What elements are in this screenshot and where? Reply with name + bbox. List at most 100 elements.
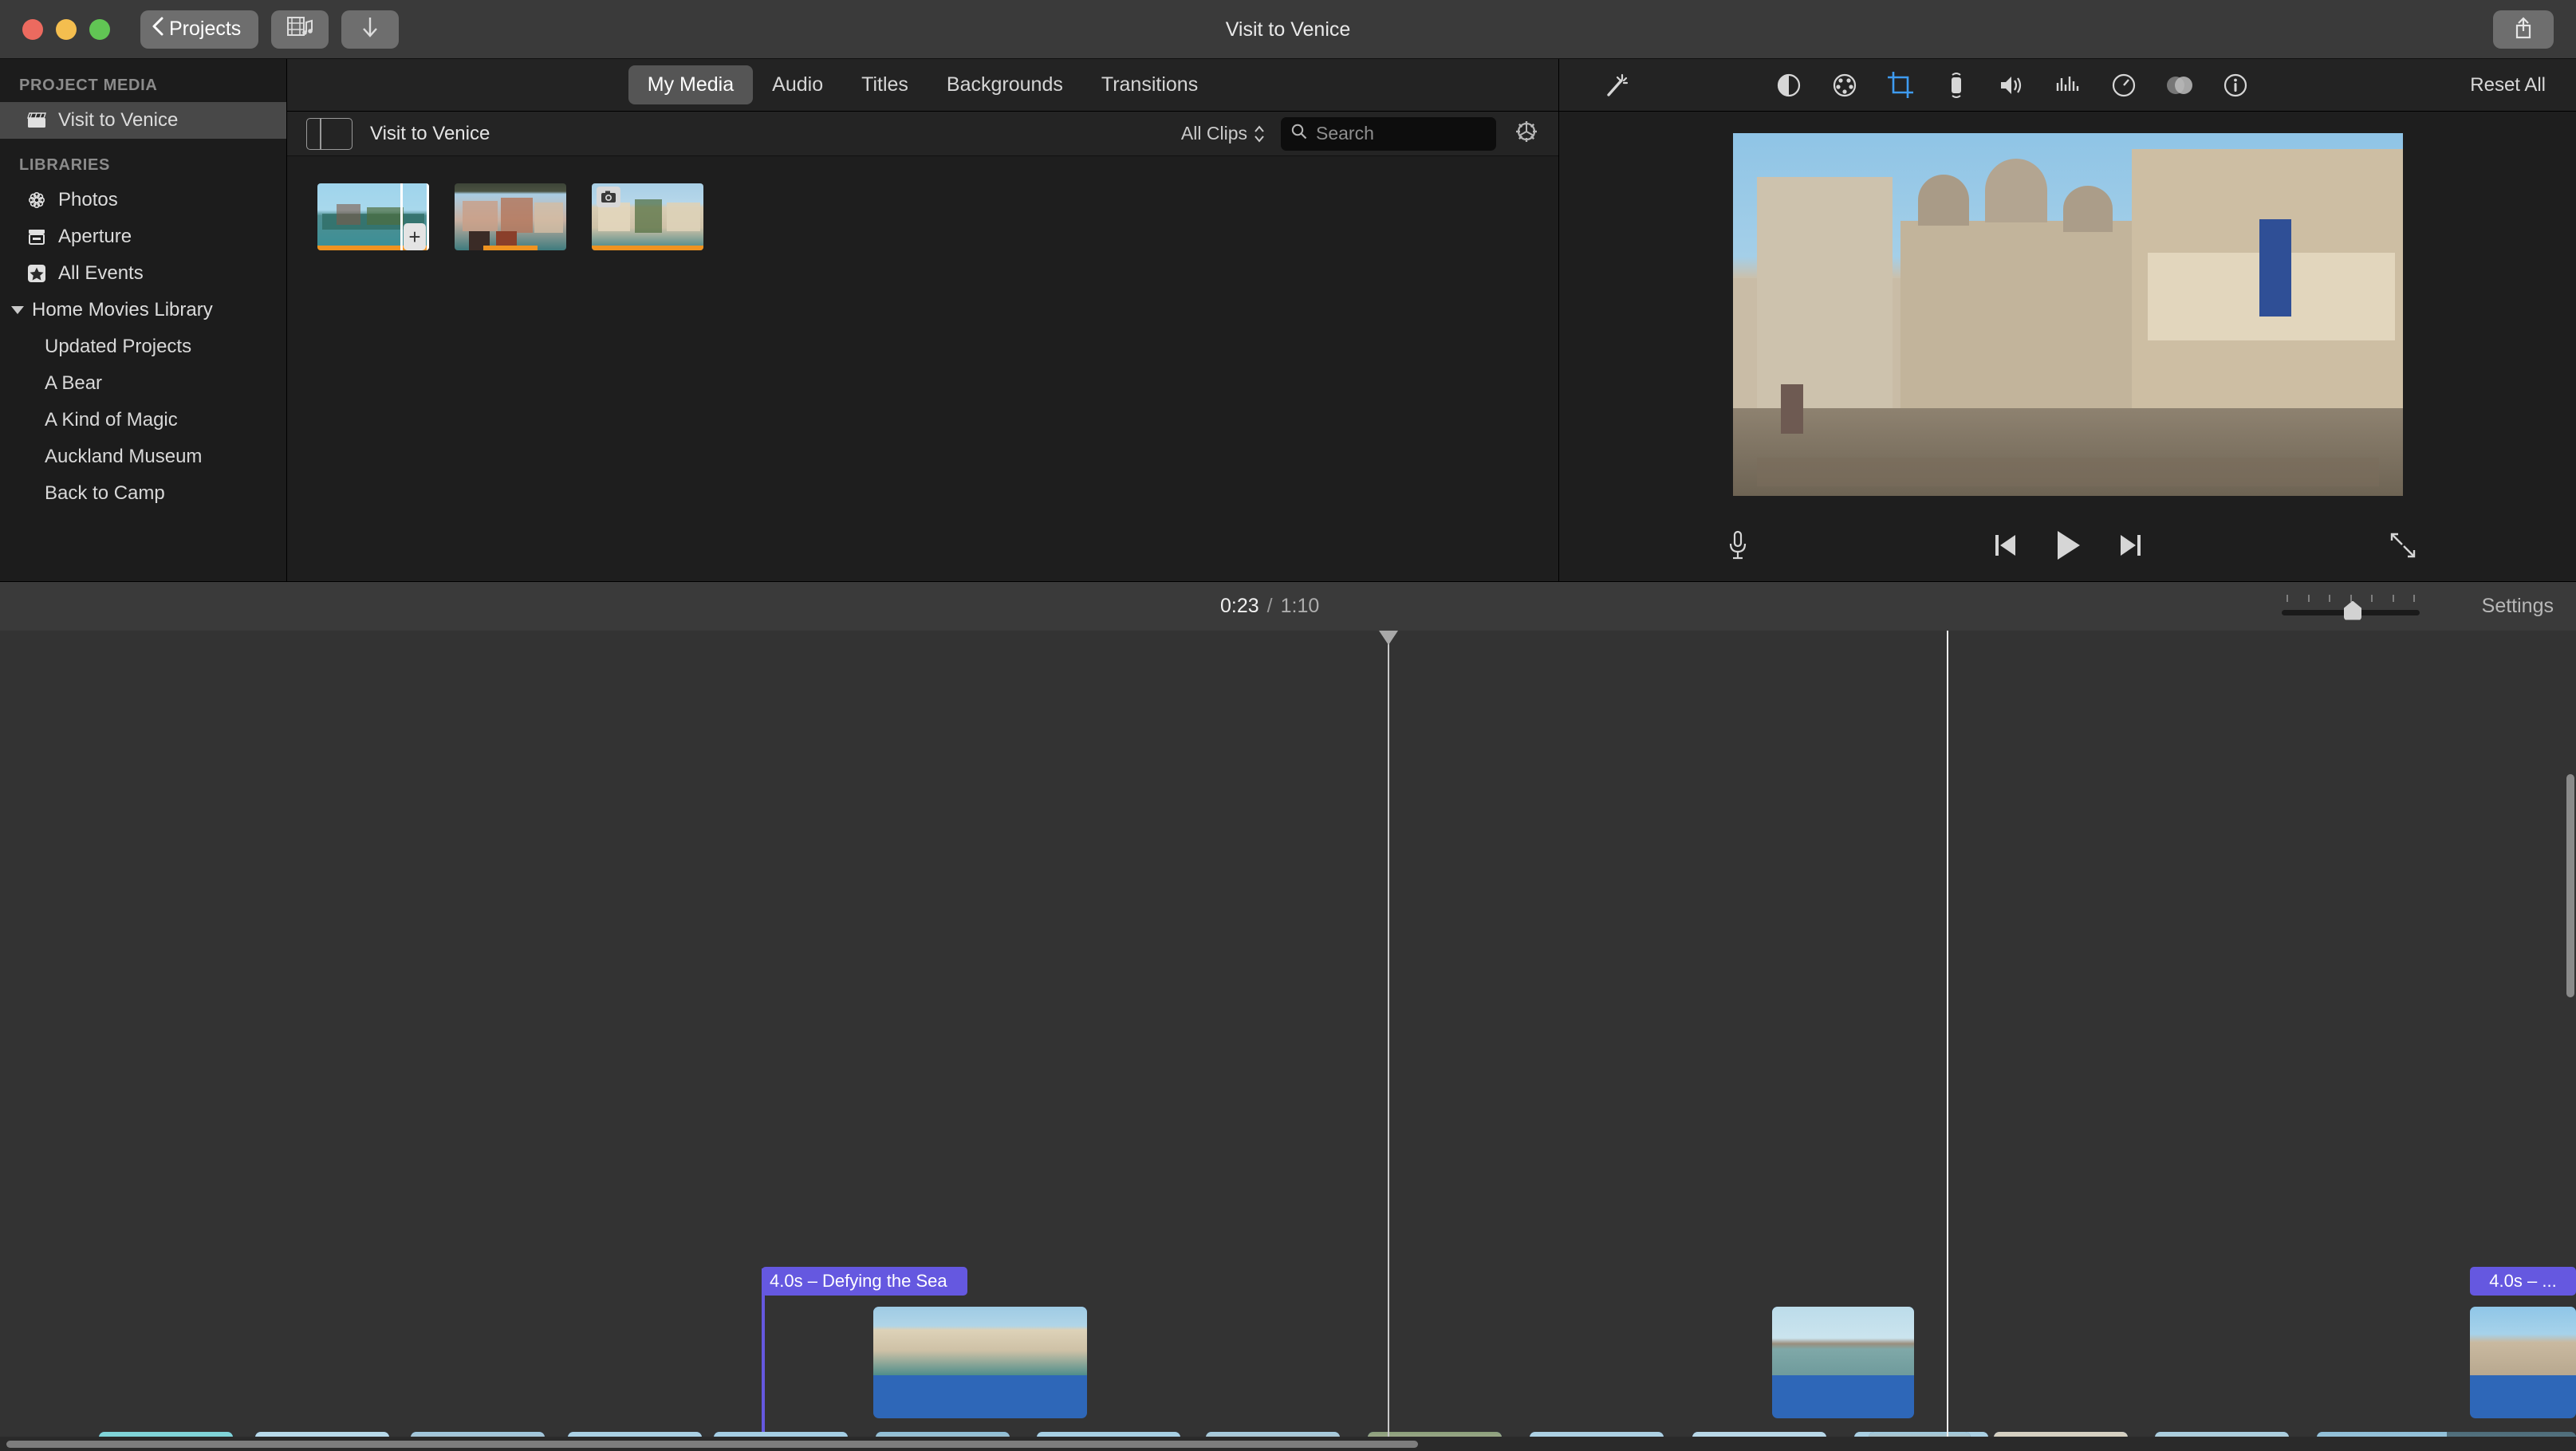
sidebar-event-label: Updated Projects [45,336,192,357]
media-clip-3[interactable] [592,183,703,250]
title-clip-right[interactable]: 4.0s – ... [2470,1267,2576,1296]
clip-selection-range[interactable]: + [400,183,429,250]
cutaway-clip-3[interactable] [2470,1307,2576,1418]
tab-backgrounds[interactable]: Backgrounds [928,65,1082,104]
share-icon [2513,16,2534,44]
timeline-zoom-slider[interactable] [2277,594,2424,620]
playhead[interactable] [1379,631,1398,1451]
minimize-button[interactable] [56,18,77,40]
timeline[interactable]: 4.0s – Defying the Sea 4.0s – ... [0,631,2576,1451]
sidebar-item-home-movies-library[interactable]: Home Movies Library [0,292,286,328]
zoom-knob[interactable] [2344,600,2361,620]
search-placeholder: Search [1316,123,1374,144]
current-time: 0:23 [1220,595,1259,617]
media-browser: My Media Audio Titles Backgrounds Transi… [287,59,1559,581]
media-clip-2[interactable] [455,183,566,250]
tab-my-media[interactable]: My Media [628,65,754,104]
sidebar-event-label: Auckland Museum [45,446,203,467]
browser-title: Visit to Venice [370,122,490,144]
sidebar-item-back-to-camp[interactable]: Back to Camp [0,475,286,512]
timecode-separator: / [1266,595,1273,617]
sidebar-item-auckland-museum[interactable]: Auckland Museum [0,438,286,475]
zoom-ticks [2277,594,2424,603]
speed-gauge-icon[interactable] [2101,63,2146,108]
add-to-project-plus-icon[interactable]: + [404,223,426,250]
color-balance-icon[interactable] [1767,63,1811,108]
clip-thumbnails [2470,1307,2576,1375]
cutaway-clip-1[interactable] [873,1307,1087,1418]
play-button[interactable] [2054,529,2082,565]
volume-speaker-icon[interactable] [1990,63,2034,108]
back-to-projects-label: Projects [169,18,242,40]
sidebar-library-label: Home Movies Library [32,299,213,320]
download-arrow-icon [360,15,380,43]
media-clip-1[interactable]: + [317,183,429,250]
skip-to-start-button[interactable] [1993,533,2017,562]
sidebar-event-label: Back to Camp [45,482,165,504]
crop-icon[interactable] [1878,63,1923,108]
zoom-button[interactable] [89,18,110,40]
sidebar: PROJECT MEDIA Visit to Venice LIBRARIES [0,59,287,581]
viewer-playback-controls [1559,513,2576,581]
favorite-bar [592,246,703,250]
fullscreen-button[interactable] [2389,532,2416,563]
noise-reduction-equalizer-icon[interactable] [2046,63,2090,108]
info-icon[interactable] [2213,63,2258,108]
title-bar: Projects Visit to Venice [0,0,2576,59]
timeline-vertical-scrollbar[interactable] [2566,774,2574,997]
sidebar-event-label: A Kind of Magic [45,409,178,431]
sidebar-item-updated-projects[interactable]: Updated Projects [0,328,286,365]
import-media-button[interactable] [341,10,400,49]
sidebar-item-label: All Events [58,262,144,284]
window-controls [22,18,110,40]
clip-filter-label: All Clips [1180,123,1247,144]
sidebar-item-label: Aperture [58,226,132,247]
clip-filter-overlap-icon[interactable] [2157,63,2202,108]
chevron-left-icon [152,16,164,42]
share-button[interactable] [2493,10,2554,49]
viewer-toolbar: Reset All [1559,59,2576,112]
sidebar-item-aperture[interactable]: Aperture [0,218,286,255]
timeline-settings-button[interactable]: Settings [2482,595,2554,618]
viewer-pane: Reset All [1559,59,2576,581]
timecode-display: 0:23 / 1:10 [1220,595,1319,618]
browser-toolbar: Visit to Venice All Clips Search [287,112,1558,156]
photos-flower-icon [26,189,48,211]
film-music-icon [286,14,314,44]
sidebar-item-a-kind-of-magic[interactable]: A Kind of Magic [0,402,286,438]
clip-thumbnails [1772,1307,1914,1375]
tab-audio[interactable]: Audio [753,65,842,104]
clapperboard-icon [26,109,48,132]
favorite-bar [483,246,538,250]
scrollbar-thumb[interactable] [6,1441,1418,1448]
color-correction-palette-icon[interactable] [1822,63,1867,108]
sidebar-item-visit-to-venice[interactable]: Visit to Venice [0,102,286,139]
reset-all-button[interactable]: Reset All [2470,74,2546,96]
sidebar-item-a-bear[interactable]: A Bear [0,365,286,402]
search-input[interactable]: Search [1281,116,1496,151]
disclosure-triangle-icon[interactable] [11,306,24,314]
sidebar-item-label: Visit to Venice [58,109,179,131]
viewer-canvas [1559,112,2576,513]
gear-icon[interactable] [1514,119,1539,148]
enhance-magic-wand-icon[interactable] [1594,63,1639,108]
tab-transitions[interactable]: Transitions [1082,65,1217,104]
skip-to-end-button[interactable] [2119,533,2143,562]
skimmer-line [1947,631,1948,1451]
video-preview[interactable] [1732,133,2403,496]
sidebar-item-photos[interactable]: Photos [0,182,286,218]
timeline-horizontal-scrollbar[interactable] [0,1437,2576,1451]
close-button[interactable] [22,18,43,40]
title-clip-defying-the-sea[interactable]: 4.0s – Defying the Sea [762,1267,967,1296]
sidebar-toggle-icon[interactable] [306,117,353,150]
media-library-button[interactable] [271,10,329,49]
clip-filter-dropdown[interactable]: All Clips [1181,123,1265,144]
sidebar-group-libraries: LIBRARIES [19,156,111,174]
playhead-handle[interactable] [1379,631,1398,645]
tab-titles[interactable]: Titles [842,65,928,104]
cutaway-clip-2[interactable] [1772,1307,1914,1418]
stabilization-camera-icon[interactable] [1934,63,1979,108]
sidebar-item-all-events[interactable]: All Events [0,255,286,292]
back-to-projects-button[interactable]: Projects [140,10,259,49]
timeline-toolbar: 0:23 / 1:10 Settings [0,581,2576,631]
